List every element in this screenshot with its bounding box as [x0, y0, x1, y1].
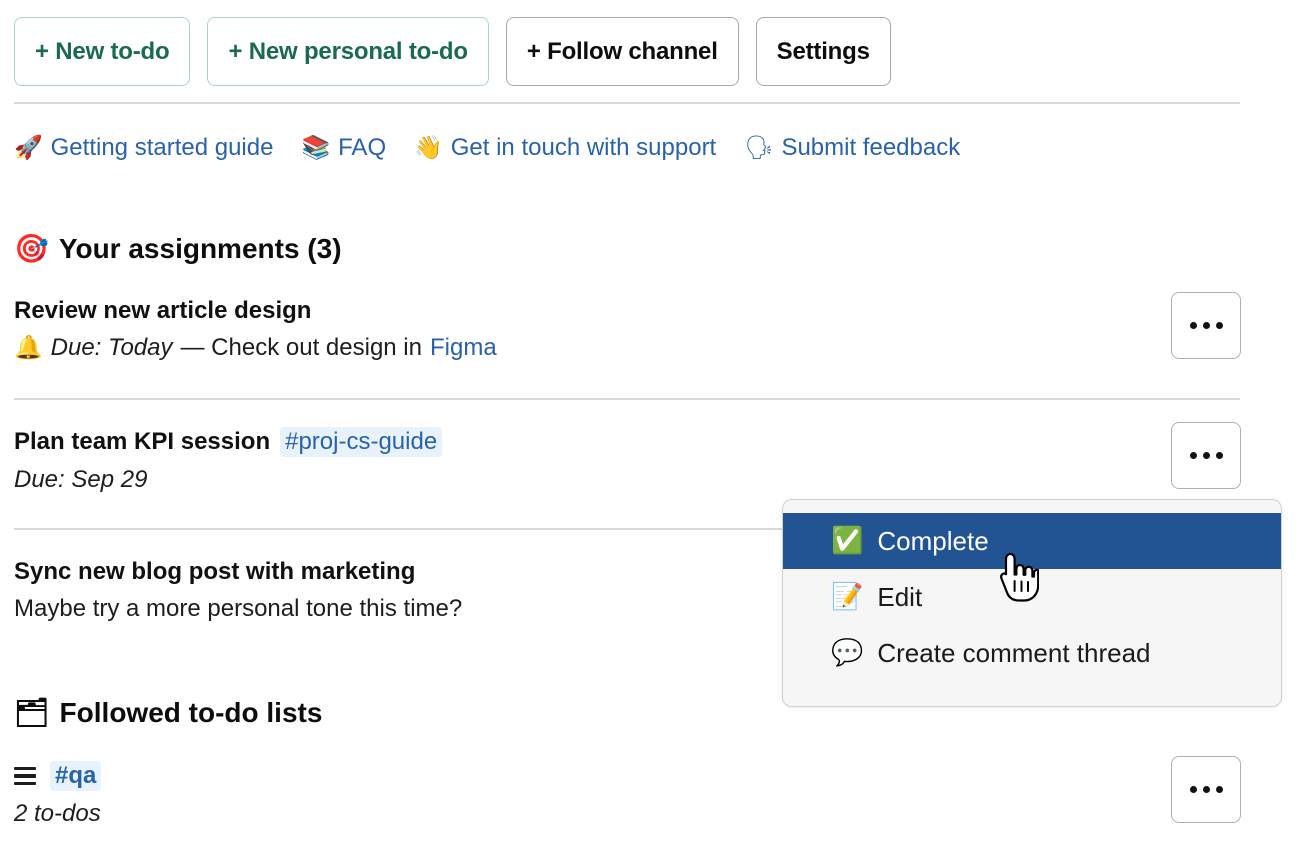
help-links-row: 🚀 Getting started guide 📚 FAQ 👋 Get in t… [14, 134, 960, 162]
assignment-row-2: Plan team KPI session #proj-cs-guide Due… [14, 427, 1240, 494]
link-get-in-touch-with-support[interactable]: 👋 Get in touch with support [414, 134, 716, 162]
task-subtitle: 🔔 Due: Today — Check out design in Figma [14, 334, 1240, 362]
toolbar: + New to-do + New personal to-do + Follo… [14, 17, 891, 86]
followed-list-title: #qa [14, 761, 1240, 791]
link-label: FAQ [338, 134, 387, 161]
books-icon: 📚 [301, 135, 331, 161]
memo-icon: 📝 [831, 582, 864, 612]
dot [1215, 452, 1223, 459]
check-mark-button-icon: ✅ [831, 526, 864, 556]
task-title: Review new article design [14, 297, 1240, 325]
followed-lists-heading: 🗂 Followed to-do lists [14, 697, 322, 729]
follow-channel-button[interactable]: + Follow channel [505, 17, 739, 86]
task-subtitle: Due: Sep 29 [14, 466, 1240, 494]
task-title-text: Review new article design [14, 297, 312, 324]
speech-balloon-icon: 💬 [831, 638, 864, 668]
page-title: Your assignments (3) [58, 233, 342, 264]
new-personal-todo-button[interactable]: + New personal to-do [207, 17, 489, 86]
task-note: — Check out design in [180, 334, 422, 361]
link-getting-started-guide[interactable]: 🚀 Getting started guide [14, 134, 273, 162]
task-title-text: Plan team KPI session [14, 428, 271, 455]
dot [1189, 322, 1197, 329]
link-faq[interactable]: 📚 FAQ [301, 134, 386, 162]
dot [1215, 786, 1223, 793]
context-menu-item-label: Create comment thread [877, 637, 1151, 668]
dot [1202, 322, 1210, 329]
waving-hand-icon: 👋 [414, 135, 443, 161]
toolbar-divider [14, 102, 1240, 104]
dot [1189, 452, 1197, 459]
task-note: Maybe try a more personal tone this time… [14, 595, 463, 622]
dot [1215, 322, 1223, 329]
context-menu-item-label: Edit [877, 581, 923, 612]
settings-button[interactable]: Settings [755, 17, 891, 86]
assignment-divider-1 [14, 398, 1240, 400]
assignment-row-1: Review new article design 🔔 Due: Today —… [14, 297, 1240, 362]
assignments-heading: 🎯 Your assignments (3) [14, 233, 342, 265]
task-title-text: Sync new blog post with marketing [14, 558, 416, 585]
context-menu: ✅ Complete 📝 Edit 💬 Create comment threa… [782, 499, 1282, 707]
overflow-menu-button-2[interactable] [1171, 422, 1241, 489]
channel-chip[interactable]: #qa [50, 761, 102, 791]
due-date: Due: Sep 29 [14, 466, 148, 493]
task-title: Plan team KPI session #proj-cs-guide [14, 427, 1240, 457]
overflow-menu-button-1[interactable] [1171, 292, 1241, 359]
context-menu-item-edit[interactable]: 📝 Edit [783, 569, 1281, 625]
followed-list-count: 2 to-dos [14, 800, 1240, 828]
direct-hit-icon: 🎯 [14, 232, 49, 265]
link-label: Get in touch with support [450, 134, 717, 161]
dot [1202, 452, 1210, 459]
overflow-menu-button-3[interactable] [1171, 756, 1241, 823]
todo-count: 2 to-dos [14, 800, 101, 827]
context-menu-item-complete[interactable]: ✅ Complete [783, 513, 1281, 569]
speaking-head-icon: 🗣 [744, 135, 774, 161]
hamburger-icon [14, 766, 36, 786]
card-index-dividers-icon: 🗂 [14, 696, 50, 729]
context-menu-item-label: Complete [877, 525, 989, 556]
dot [1189, 786, 1197, 793]
due-date: Due: Today [50, 334, 173, 361]
channel-chip[interactable]: #proj-cs-guide [280, 427, 443, 457]
link-label: Submit feedback [781, 134, 961, 161]
figma-link[interactable]: Figma [430, 334, 497, 362]
new-todo-button[interactable]: + New to-do [14, 17, 191, 86]
rocket-icon: 🚀 [14, 135, 43, 161]
link-submit-feedback[interactable]: 🗣 Submit feedback [744, 134, 960, 162]
context-menu-item-create-comment-thread[interactable]: 💬 Create comment thread [783, 625, 1281, 681]
section-title: Followed to-do lists [59, 697, 323, 728]
followed-list-row: #qa 2 to-dos [14, 761, 1240, 828]
bell-icon: 🔔 [14, 335, 43, 361]
link-label: Getting started guide [50, 134, 274, 161]
todo-panel: + New to-do + New personal to-do + Follo… [0, 0, 1299, 850]
dot [1202, 786, 1210, 793]
